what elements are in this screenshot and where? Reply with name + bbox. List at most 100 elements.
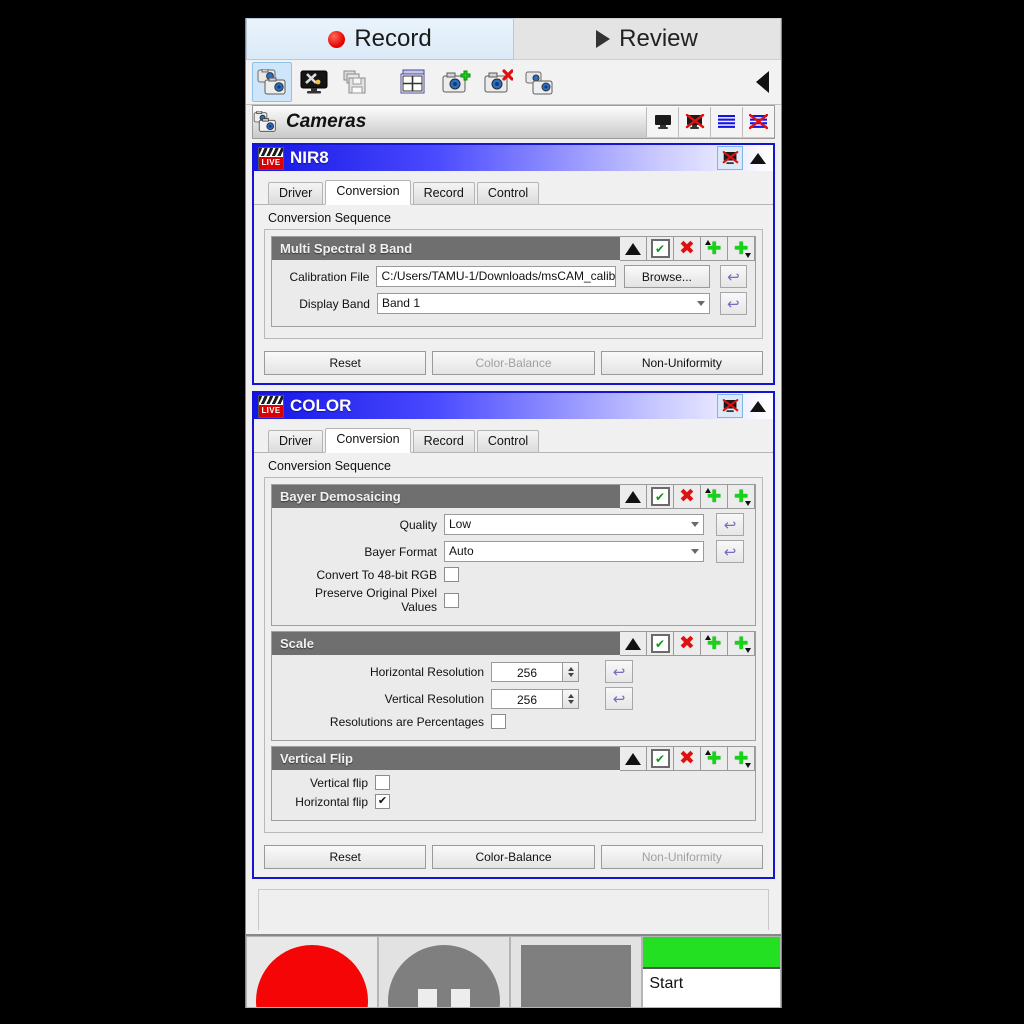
module-remove-button[interactable]: ✖ [674,484,701,509]
hide-camera-display-button-nir8[interactable] [717,146,743,170]
grid-layout-button[interactable] [394,62,434,102]
cameras-section-title: Cameras [286,111,366,133]
module-body: Vertical flip Horizontal flip [272,770,755,820]
tab-review[interactable]: Review [514,18,781,60]
collapse-camera-button-nir8[interactable] [746,147,770,169]
reset-button-nir8[interactable]: Reset [264,351,426,375]
module-body: Horizontal Resolution 256 ↩ Vertical Res… [272,655,755,740]
cameras-section-bar: Cameras [252,105,775,139]
remove-camera-button[interactable] [478,62,518,102]
vertical-resolution-value[interactable]: 256 [491,689,562,709]
tab-control-nir8[interactable]: Control [477,182,539,204]
bayer-format-select[interactable]: Auto [444,541,704,562]
status-column[interactable]: Start [642,936,781,1008]
module-enabled-checkbox[interactable] [647,236,674,261]
add-after-plus-icon [732,240,750,258]
vertical-flip-checkbox[interactable] [375,775,390,790]
module-enabled-checkbox[interactable] [647,484,674,509]
transport-control-bar: Start [246,934,781,1008]
module-body: Quality Low ↩ Bayer Format Auto [272,508,755,625]
stepper-arrows[interactable] [562,689,579,709]
non-uniformity-button-nir8[interactable]: Non-Uniformity [601,351,763,375]
cameras-button[interactable] [252,62,292,102]
show-all-panels-button[interactable] [710,107,742,137]
browse-button[interactable]: Browse... [624,265,710,288]
convert-48bit-checkbox[interactable] [444,567,459,582]
tab-control-color[interactable]: Control [477,430,539,452]
module-move-up-button[interactable] [620,484,647,509]
conversion-sequence-label-color: Conversion Sequence [254,453,773,477]
color-balance-button-color[interactable]: Color-Balance [432,845,594,869]
camera-group-button[interactable] [520,62,560,102]
horizontal-resolution-stepper[interactable]: 256 [491,662,579,682]
module-move-up-button[interactable] [620,631,647,656]
module-add-before-button[interactable] [701,746,728,771]
collapse-camera-button-color[interactable] [746,395,770,417]
pause-button[interactable] [378,936,510,1008]
tab-conversion-nir8[interactable]: Conversion [325,180,410,205]
module-move-up-button[interactable] [620,746,647,771]
module-add-after-button[interactable] [728,631,755,656]
chevron-down-icon [691,549,699,554]
module-add-after-button[interactable] [728,746,755,771]
field-display-band: Display Band Band 1 ↩ [280,292,747,315]
live-badge-icon: LIVE [258,395,284,418]
tab-record-nir8[interactable]: Record [413,182,475,204]
hide-display-button[interactable] [678,107,710,137]
field-label: Bayer Format [280,545,444,559]
module-title: Vertical Flip [280,751,353,766]
tab-record[interactable]: Record [246,18,514,60]
module-remove-button[interactable]: ✖ [674,236,701,261]
record-button[interactable] [246,936,378,1008]
camera-name-color: COLOR [290,396,351,416]
module-add-before-button[interactable] [701,236,728,261]
preserve-original-checkbox[interactable] [444,593,459,608]
vertical-resolution-stepper[interactable]: 256 [491,689,579,709]
module-add-after-button[interactable] [728,236,755,261]
module-move-up-button[interactable] [620,236,647,261]
module-remove-button[interactable]: ✖ [674,746,701,771]
show-display-button[interactable] [646,107,678,137]
add-camera-button[interactable] [436,62,476,102]
tab-driver-nir8[interactable]: Driver [268,182,323,204]
tab-driver-color[interactable]: Driver [268,430,323,452]
chevron-down-icon [697,301,705,306]
reset-bayer-format-button[interactable]: ↩ [716,540,744,563]
stepper-arrows[interactable] [562,662,579,682]
horizontal-resolution-value[interactable]: 256 [491,662,562,682]
display-band-select[interactable]: Band 1 [377,293,710,314]
hide-all-panels-button[interactable] [742,107,774,137]
module-add-before-button[interactable] [701,484,728,509]
reset-horizontal-resolution-button[interactable]: ↩ [605,660,633,683]
reset-calibration-file-button[interactable]: ↩ [720,265,747,288]
live-badge-label: LIVE [259,405,283,417]
save-config-button[interactable] [336,62,376,102]
reset-button-color[interactable]: Reset [264,845,426,869]
field-quality: Quality Low ↩ [280,513,747,536]
camera-panel-title-color: LIVE COLOR [254,393,773,419]
reset-vertical-resolution-button[interactable]: ↩ [605,687,633,710]
resolutions-percentages-checkbox[interactable] [491,714,506,729]
hide-camera-display-button-color[interactable] [717,394,743,418]
calibration-file-input[interactable]: C:/Users/TAMU-1/Downloads/msCAM_calibera [376,266,616,287]
add-before-plus-icon [705,240,723,258]
module-enabled-checkbox[interactable] [647,631,674,656]
field-label: Resolutions are Percentages [280,715,491,729]
field-label: Display Band [280,297,377,311]
stop-button[interactable] [510,936,642,1008]
reset-quality-button[interactable]: ↩ [716,513,744,536]
reset-display-band-button[interactable]: ↩ [720,292,747,315]
settings-button[interactable] [294,62,334,102]
tab-review-label: Review [619,25,698,53]
tab-conversion-color[interactable]: Conversion [325,428,410,453]
horizontal-flip-checkbox[interactable] [375,794,390,809]
stop-square-icon [521,945,631,1008]
collapse-left-arrow-icon[interactable] [756,71,769,93]
quality-select[interactable]: Low [444,514,704,535]
quality-value: Low [449,515,691,534]
module-enabled-checkbox[interactable] [647,746,674,771]
module-add-before-button[interactable] [701,631,728,656]
module-remove-button[interactable]: ✖ [674,631,701,656]
module-add-after-button[interactable] [728,484,755,509]
tab-record-color[interactable]: Record [413,430,475,452]
